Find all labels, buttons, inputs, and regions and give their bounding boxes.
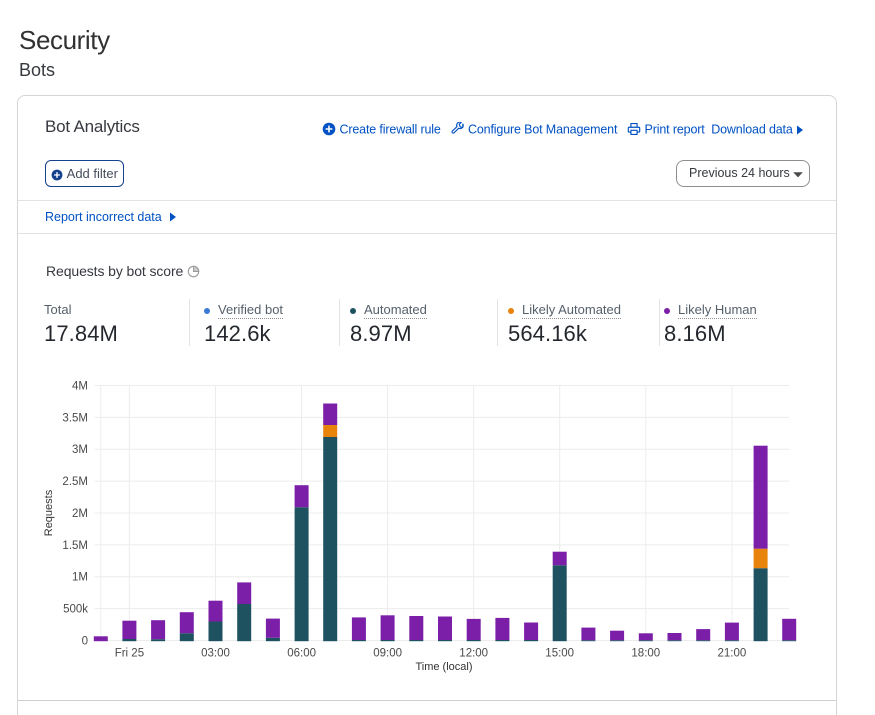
svg-text:3M: 3M bbox=[72, 444, 88, 456]
svg-text:12:00: 12:00 bbox=[459, 648, 488, 660]
svg-text:2.5M: 2.5M bbox=[62, 476, 88, 488]
svg-text:1.5M: 1.5M bbox=[62, 540, 88, 552]
svg-text:0: 0 bbox=[82, 635, 88, 647]
svg-text:Requests: Requests bbox=[43, 489, 55, 536]
svg-text:15:00: 15:00 bbox=[545, 648, 574, 660]
svg-text:21:00: 21:00 bbox=[718, 648, 747, 660]
svg-text:3.5M: 3.5M bbox=[62, 412, 88, 424]
svg-text:09:00: 09:00 bbox=[373, 648, 402, 660]
svg-text:Time (local): Time (local) bbox=[415, 661, 472, 673]
svg-text:2M: 2M bbox=[72, 508, 88, 520]
svg-text:1M: 1M bbox=[72, 572, 88, 584]
svg-text:18:00: 18:00 bbox=[631, 648, 660, 660]
svg-text:06:00: 06:00 bbox=[287, 648, 316, 660]
svg-text:500k: 500k bbox=[63, 604, 88, 616]
svg-text:03:00: 03:00 bbox=[201, 648, 230, 660]
svg-text:Fri 25: Fri 25 bbox=[115, 648, 144, 660]
svg-text:4M: 4M bbox=[72, 380, 88, 392]
